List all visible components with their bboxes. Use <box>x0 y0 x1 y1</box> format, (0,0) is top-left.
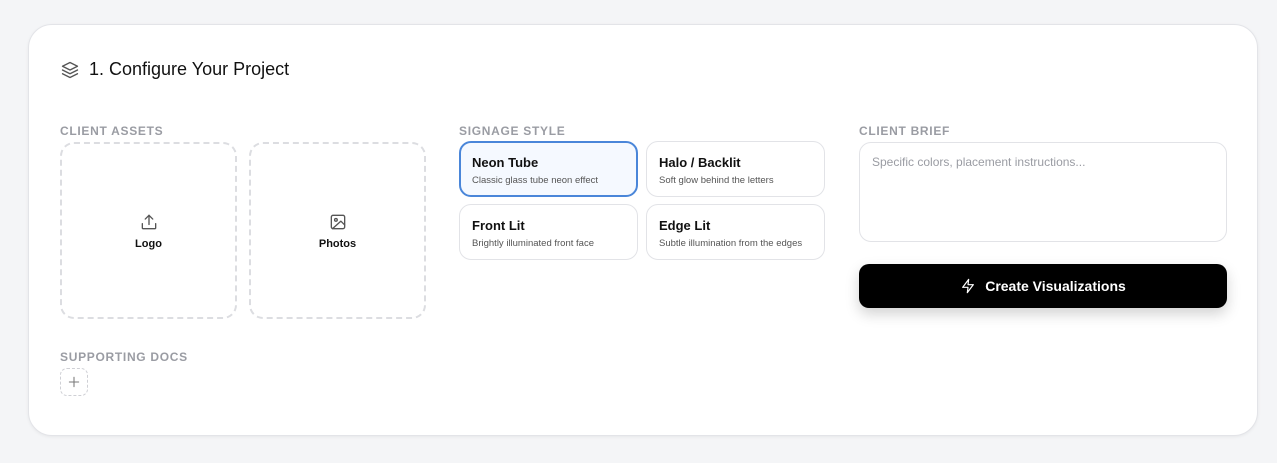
create-visualizations-label: Create Visualizations <box>985 278 1126 294</box>
style-option-halo-backlit[interactable]: Halo / Backlit Soft glow behind the lett… <box>646 141 825 197</box>
style-option-neon-tube[interactable]: Neon Tube Classic glass tube neon effect <box>459 141 638 197</box>
configure-card: 1. Configure Your Project CLIENT ASSETS … <box>28 24 1258 436</box>
style-option-front-lit[interactable]: Front Lit Brightly illuminated front fac… <box>459 204 638 260</box>
logo-upload[interactable]: Logo <box>60 142 237 319</box>
signage-style-label: SIGNAGE STYLE <box>459 124 566 138</box>
photos-upload[interactable]: Photos <box>249 142 426 319</box>
client-assets-label: CLIENT ASSETS <box>60 124 164 138</box>
photos-upload-label: Photos <box>318 237 357 250</box>
supporting-docs-label: SUPPORTING DOCS <box>60 350 188 364</box>
client-brief-input[interactable] <box>859 142 1227 242</box>
style-option-name: Edge Lit <box>659 218 711 233</box>
style-option-edge-lit[interactable]: Edge Lit Subtle illumination from the ed… <box>646 204 825 260</box>
style-option-desc: Subtle illumination from the edges <box>659 238 803 249</box>
lightning-icon <box>962 278 975 294</box>
client-brief-label: CLIENT BRIEF <box>859 124 951 138</box>
style-option-desc: Soft glow behind the letters <box>659 175 774 186</box>
upload-icon <box>141 214 156 229</box>
layers-icon <box>61 61 79 78</box>
style-option-desc: Classic glass tube neon effect <box>472 175 599 186</box>
style-option-desc: Brightly illuminated front face <box>472 238 594 249</box>
page-title: 1. Configure Your Project <box>89 59 290 79</box>
card-header: 1. Configure Your Project <box>60 59 289 80</box>
add-document-button[interactable] <box>60 368 88 396</box>
style-option-name: Front Lit <box>472 218 525 233</box>
style-option-name: Neon Tube <box>472 155 539 170</box>
plus-icon <box>68 376 80 388</box>
create-visualizations-button[interactable]: Create Visualizations <box>859 264 1227 308</box>
style-option-name: Halo / Backlit <box>659 155 741 170</box>
logo-upload-label: Logo <box>135 237 162 250</box>
image-icon <box>330 214 345 229</box>
